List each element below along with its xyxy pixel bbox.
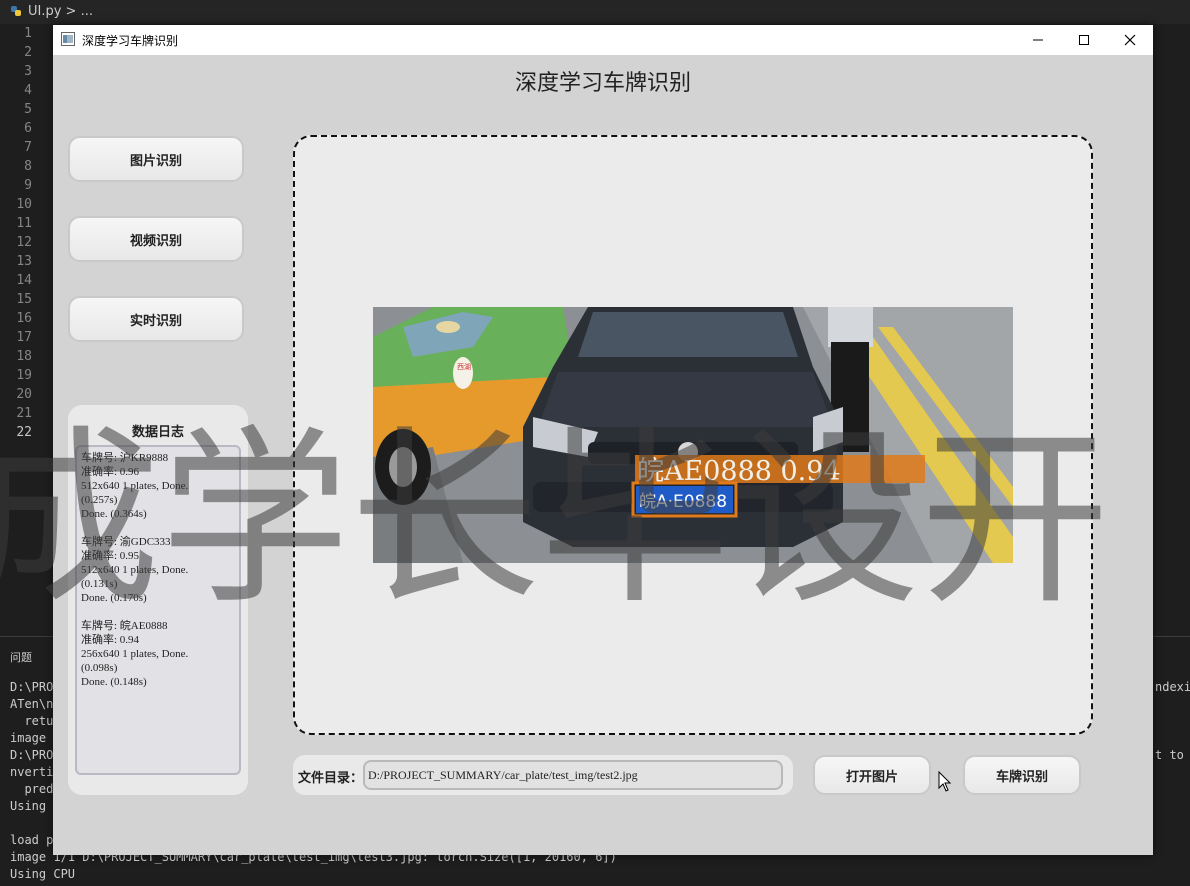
python-file-icon bbox=[11, 6, 21, 16]
file-path-label: 文件目录： bbox=[298, 771, 364, 786]
line-number: 1 bbox=[24, 26, 32, 41]
line-number: 10 bbox=[16, 197, 32, 212]
close-icon bbox=[1124, 34, 1136, 46]
line-number: 2 bbox=[24, 45, 32, 60]
terminal-line: D:\PRO bbox=[10, 680, 54, 694]
panel-tab-problems[interactable]: 问题 bbox=[10, 649, 32, 665]
line-number: 12 bbox=[16, 235, 32, 250]
terminal-line-overflow: ndexin bbox=[1155, 680, 1190, 694]
line-number: 8 bbox=[24, 159, 32, 174]
terminal-line: image bbox=[10, 731, 54, 745]
line-number: 18 bbox=[16, 349, 32, 364]
line-number-gutter: 1 2 3 4 5 6 7 8 9 10 11 12 13 14 15 16 17 18 19 20 21 22 bbox=[0, 24, 40, 442]
image-recognition-button[interactable]: 图片识别 bbox=[68, 136, 244, 182]
data-log-textbox[interactable]: 车牌号: 沪KR9888 准确率: 0.96 512x640 1 plates,… bbox=[75, 445, 241, 775]
line-number: 16 bbox=[16, 311, 32, 326]
minimize-icon bbox=[1033, 39, 1043, 41]
open-image-button[interactable]: 打开图片 bbox=[813, 755, 931, 795]
line-number: 19 bbox=[16, 368, 32, 383]
line-number: 13 bbox=[16, 254, 32, 269]
line-number: 15 bbox=[16, 292, 32, 307]
app-window: 深度学习车牌识别 深度学习车牌识别 图片识别 视频识别 实时识别 数据日志 车牌… bbox=[53, 25, 1153, 855]
line-number: 7 bbox=[24, 140, 32, 155]
line-number: 4 bbox=[24, 83, 32, 98]
terminal-line: pred bbox=[10, 782, 54, 796]
data-log-title: 数据日志 bbox=[131, 425, 184, 440]
detection-result-image: 西湖 皖AE0888 0.94 皖A·E0888 bbox=[373, 307, 1013, 563]
image-display-area: 西湖 皖AE0888 0.94 皖A·E0888 bbox=[293, 135, 1093, 735]
window-titlebar[interactable]: 深度学习车牌识别 bbox=[53, 25, 1153, 55]
video-recognition-button[interactable]: 视频识别 bbox=[68, 216, 244, 262]
line-number: 9 bbox=[24, 178, 32, 193]
recognize-plate-button[interactable]: 车牌识别 bbox=[963, 755, 1081, 795]
svg-text:西湖: 西湖 bbox=[457, 362, 471, 371]
app-title: 深度学习车牌识别 bbox=[514, 71, 691, 96]
realtime-recognition-button[interactable]: 实时识别 bbox=[68, 296, 244, 342]
terminal-line: retu bbox=[10, 714, 54, 728]
line-number: 17 bbox=[16, 330, 32, 345]
file-path-panel: 文件目录： bbox=[293, 755, 793, 795]
line-number: 5 bbox=[24, 102, 32, 117]
terminal-line: nverti bbox=[10, 765, 54, 779]
line-number: 20 bbox=[16, 387, 32, 402]
close-button[interactable] bbox=[1107, 25, 1153, 55]
terminal-line: ATen\n bbox=[10, 697, 54, 711]
data-log-panel: 数据日志 车牌号: 沪KR9888 准确率: 0.96 512x640 1 pl… bbox=[68, 405, 248, 795]
mouse-cursor-icon bbox=[938, 771, 952, 792]
line-number: 21 bbox=[16, 406, 32, 421]
maximize-button[interactable] bbox=[1061, 25, 1107, 55]
terminal-line: Using CPU bbox=[10, 867, 76, 881]
maximize-icon bbox=[1079, 35, 1089, 45]
editor-tab-bar: UI.py > ... bbox=[0, 0, 1190, 24]
editor-tab-label[interactable]: UI.py > ... bbox=[28, 4, 93, 19]
line-number: 6 bbox=[24, 121, 32, 136]
window-title: 深度学习车牌识别 bbox=[82, 34, 179, 48]
line-number: 14 bbox=[16, 273, 32, 288]
line-number: 22 bbox=[16, 425, 32, 440]
line-number: 3 bbox=[24, 64, 32, 79]
terminal-line: Using bbox=[10, 799, 54, 813]
line-number: 11 bbox=[16, 216, 32, 231]
terminal-line: load p bbox=[10, 833, 54, 847]
terminal-line-overflow: t to a bbox=[1155, 748, 1184, 762]
terminal-line: D:\PRO bbox=[10, 748, 54, 762]
taxi-roof-sign bbox=[453, 357, 473, 389]
app-window-icon bbox=[61, 32, 75, 46]
license-plate-text: 皖A·E0888 bbox=[639, 492, 727, 512]
minimize-button[interactable] bbox=[1015, 25, 1061, 55]
data-log-text: 车牌号: 沪KR9888 准确率: 0.96 512x640 1 plates,… bbox=[81, 452, 189, 688]
file-path-input[interactable] bbox=[363, 760, 783, 790]
